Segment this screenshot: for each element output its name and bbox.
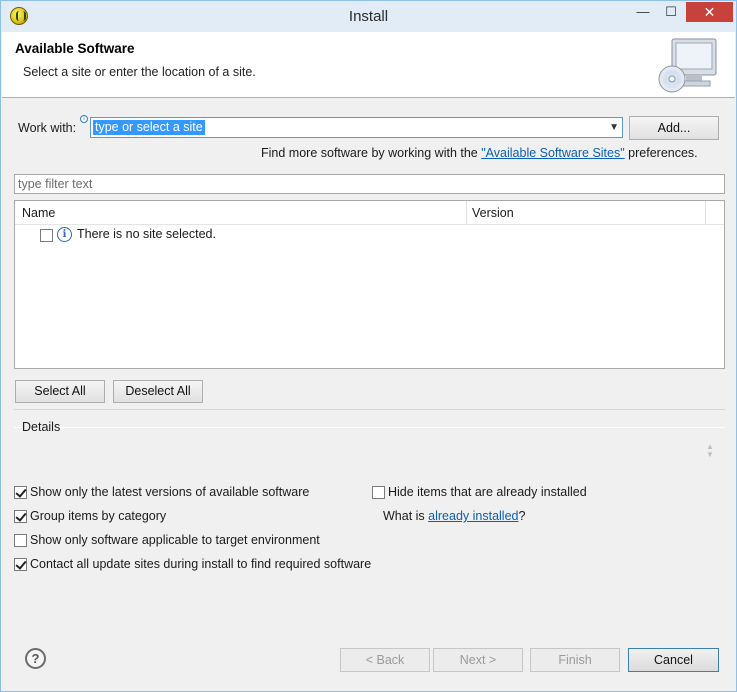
latest-versions-label[interactable]: Show only the latest versions of availab… — [30, 485, 309, 499]
maximize-button[interactable]: ☐ — [657, 2, 685, 22]
group-by-category-checkbox[interactable] — [14, 510, 27, 523]
computer-cd-icon — [658, 38, 717, 93]
details-divider — [14, 427, 725, 428]
title-bar[interactable]: Install — ☐ ✕ — [1, 1, 736, 32]
details-scrollbar[interactable]: ▲ ▼ — [705, 443, 715, 463]
details-label: Details — [22, 420, 61, 434]
what-is-suffix: ? — [518, 509, 526, 523]
find-more-suffix: preferences. — [624, 146, 698, 160]
window-title: Install — [348, 8, 389, 25]
minimize-button[interactable]: — — [629, 2, 657, 22]
row-checkbox[interactable] — [40, 229, 53, 242]
next-button[interactable]: Next > — [433, 648, 523, 672]
latest-versions-checkbox[interactable] — [14, 486, 27, 499]
find-more-prefix: Find more software by working with the — [261, 146, 482, 160]
back-button[interactable]: < Back — [340, 648, 430, 672]
contact-sites-label[interactable]: Contact all update sites during install … — [30, 557, 371, 571]
close-button[interactable]: ✕ — [686, 2, 733, 22]
find-more-text: Find more software by working with the "… — [261, 146, 698, 160]
wizard-banner: Available Software Select a site or ente… — [2, 32, 735, 98]
target-env-checkbox[interactable] — [14, 534, 27, 547]
column-header-version[interactable]: Version — [472, 206, 514, 220]
info-icon: i — [57, 227, 72, 242]
row-label: There is no site selected. — [77, 227, 216, 241]
work-with-combo[interactable]: type or select a site ▼ — [90, 117, 623, 138]
already-installed-link[interactable]: already installed — [428, 509, 518, 523]
filter-placeholder: type filter text — [18, 177, 93, 191]
tree-row[interactable]: i There is no site selected. — [15, 226, 715, 244]
what-is-installed-text: What is already installed? — [383, 509, 525, 523]
contact-sites-checkbox[interactable] — [14, 558, 27, 571]
details-group: Details ▲ ▼ — [14, 409, 725, 480]
page-description: Select a site or enter the location of a… — [23, 65, 256, 79]
info-decoration-icon: i — [80, 115, 88, 123]
chevron-down-icon[interactable]: ▼ — [609, 119, 619, 136]
column-header-name[interactable]: Name — [22, 206, 55, 220]
work-with-label: Work with: — [18, 121, 77, 135]
install-dialog: Install — ☐ ✕ Available Software Select … — [0, 0, 737, 692]
finish-button[interactable]: Finish — [530, 648, 620, 672]
hide-installed-label[interactable]: Hide items that are already installed — [388, 485, 587, 499]
cancel-button[interactable]: Cancel — [628, 648, 719, 672]
group-by-category-label[interactable]: Group items by category — [30, 509, 166, 523]
column-divider — [705, 201, 706, 225]
target-env-label[interactable]: Show only software applicable to target … — [30, 533, 320, 547]
tree-header: Name Version — [15, 201, 724, 225]
filter-input[interactable]: type filter text — [14, 174, 725, 194]
software-tree[interactable]: Name Version i There is no site selected… — [14, 200, 725, 369]
add-site-button[interactable]: Add... — [629, 116, 719, 140]
help-icon[interactable]: ? — [25, 648, 46, 669]
select-all-button[interactable]: Select All — [15, 380, 105, 403]
page-title: Available Software — [15, 41, 135, 56]
what-is-prefix: What is — [383, 509, 429, 523]
column-divider — [466, 201, 467, 225]
hide-installed-checkbox[interactable] — [372, 486, 385, 499]
deselect-all-button[interactable]: Deselect All — [113, 380, 203, 403]
available-sites-link[interactable]: "Available Software Sites" — [481, 146, 624, 160]
work-with-value[interactable]: type or select a site — [93, 120, 205, 135]
